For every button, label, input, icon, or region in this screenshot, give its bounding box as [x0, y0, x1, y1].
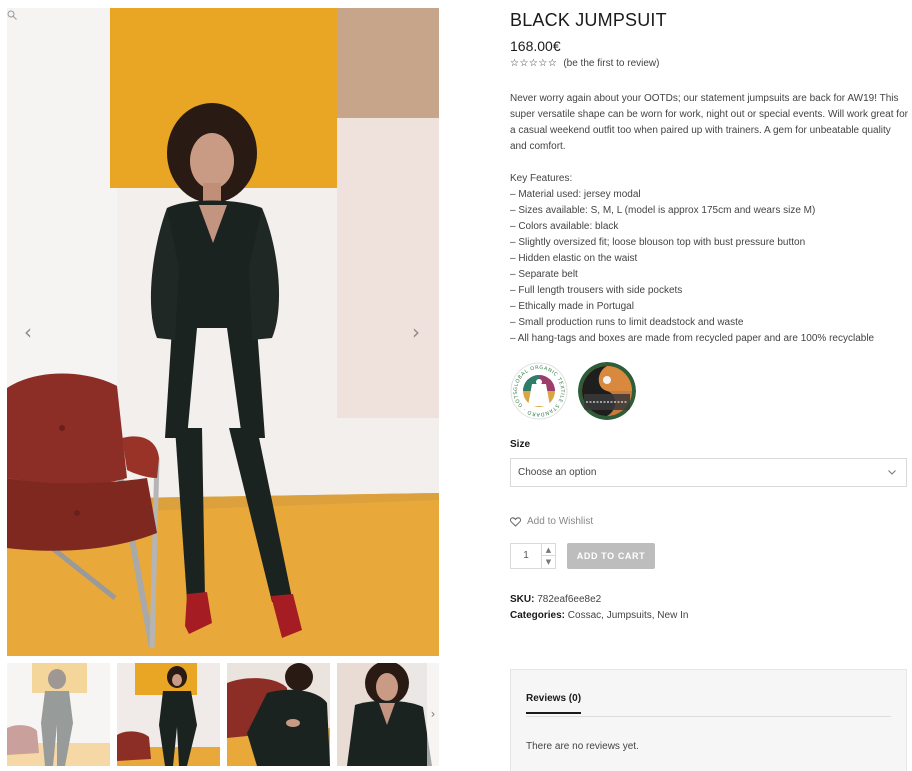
product-photo — [7, 8, 439, 656]
product-description: Never worry again about your OOTDs; our … — [510, 93, 908, 152]
quantity-input[interactable]: 1 — [511, 544, 541, 568]
quantity-stepper[interactable]: 1 ▲ ▼ — [510, 543, 556, 569]
thumbnail-4[interactable] — [337, 663, 439, 766]
size-select-value: Choose an option — [518, 467, 597, 478]
thumbnail-2[interactable] — [117, 663, 220, 766]
feature-item: – Small production runs to limit deadsto… — [510, 317, 744, 328]
chevron-down-icon — [888, 470, 896, 475]
zoom-icon[interactable] — [7, 10, 17, 20]
feature-item: – All hang-tags and boxes are made from … — [510, 333, 875, 344]
feature-item: – Ethically made in Portugal — [510, 301, 634, 312]
gots-logo-icon: GLOBAL ORGANIC TEXTILE STANDARD · GOTS · — [510, 362, 568, 420]
thumbnail-next-icon[interactable]: › — [427, 663, 439, 766]
feature-item: – Sizes available: S, M, L (model is app… — [510, 205, 816, 216]
category-link-cossac[interactable]: Cossac — [568, 610, 601, 621]
categories-label: Categories: — [510, 610, 566, 621]
star-rating-icon: ☆☆☆☆☆ — [510, 58, 558, 69]
heart-icon — [510, 516, 521, 527]
size-label: Size — [510, 439, 531, 450]
add-to-wishlist-link[interactable]: Add to Wishlist — [510, 516, 593, 527]
thumbnail-image — [7, 663, 110, 766]
thumbnail-1[interactable] — [7, 663, 110, 766]
chevron-left-icon[interactable]: ‹ — [18, 318, 38, 346]
add-to-cart-button[interactable]: ADD TO CART — [567, 543, 655, 569]
thumbnail-3[interactable] — [227, 663, 330, 766]
thumbnail-image — [117, 663, 220, 766]
feature-item: – Hidden elastic on the waist — [510, 253, 638, 264]
product-price: 168.00€ — [510, 38, 561, 54]
sku-label: SKU: — [510, 594, 535, 605]
product-rating: ☆☆☆☆☆ (be the first to review) — [510, 58, 659, 69]
reviews-panel: Reviews (0) There are no reviews yet. — [510, 669, 907, 771]
size-select[interactable]: Choose an option — [510, 458, 907, 487]
feature-item: – Full length trousers with side pockets — [510, 285, 683, 296]
thumbnail-strip: › — [7, 663, 439, 766]
tab-reviews[interactable]: Reviews (0) — [526, 693, 582, 714]
category-link-jumpsuits[interactable]: Jumpsuits — [607, 610, 652, 621]
feature-item: – Separate belt — [510, 269, 578, 280]
key-features-heading: Key Features: — [510, 173, 573, 184]
thumbnail-image — [227, 663, 330, 766]
wishlist-label: Add to Wishlist — [527, 516, 594, 527]
quantity-decrease-icon[interactable]: ▼ — [541, 556, 555, 568]
feature-item: – Material used: jersey modal — [510, 189, 641, 200]
chevron-right-icon[interactable]: › — [406, 318, 426, 346]
gots-certification-badge: GLOBAL ORGANIC TEXTILE STANDARD · GOTS · — [510, 362, 568, 420]
key-features-list: – Material used: jersey modal – Sizes av… — [510, 187, 874, 347]
no-reviews-message: There are no reviews yet. — [526, 741, 639, 752]
product-categories: Categories: Cossac, Jumpsuits, New In — [510, 610, 688, 621]
feature-item: – Slightly oversized fit; loose blouson … — [510, 237, 806, 248]
main-product-image[interactable] — [7, 8, 439, 656]
product-title: BLACK JUMPSUIT — [510, 10, 667, 30]
sku-value: 782eaf6ee8e2 — [537, 594, 602, 605]
ethical-brand-badge — [578, 362, 636, 420]
ethical-brand-logo-icon — [578, 362, 636, 420]
tab-divider — [526, 716, 891, 717]
feature-item: – Colors available: black — [510, 221, 619, 232]
thumbnail-image — [337, 663, 439, 766]
quantity-increase-icon[interactable]: ▲ — [541, 544, 555, 556]
category-link-new-in[interactable]: New In — [657, 610, 688, 621]
first-review-link[interactable]: (be the first to review) — [563, 58, 659, 69]
product-sku: SKU: 782eaf6ee8e2 — [510, 594, 601, 605]
